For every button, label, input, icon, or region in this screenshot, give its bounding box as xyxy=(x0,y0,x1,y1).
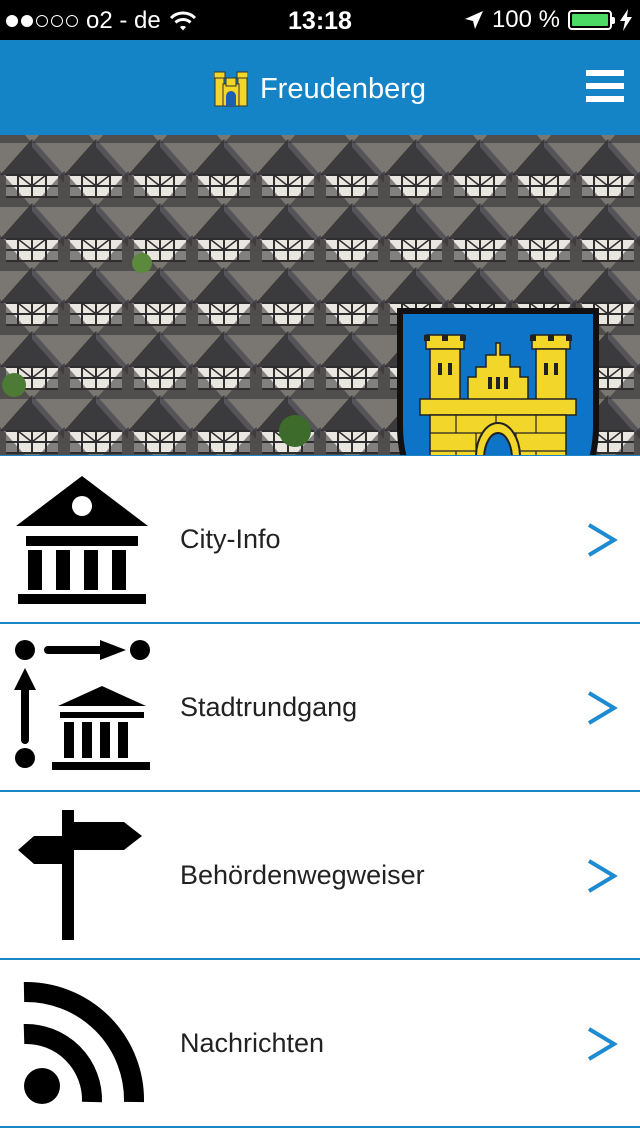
menu-item-label: City-Info xyxy=(180,524,281,554)
battery-percent: 100 % xyxy=(491,6,560,33)
hamburger-menu-button[interactable] xyxy=(586,70,624,102)
charging-bolt-icon xyxy=(620,9,632,31)
menu-item-behoerdenwegweiser[interactable]: Behördenwegweiser xyxy=(0,792,640,960)
status-bar: o2 - de 13:18 100 % xyxy=(0,0,640,40)
hamburger-icon xyxy=(586,70,624,76)
signpost-icon xyxy=(18,810,142,940)
chevron-right-icon xyxy=(587,691,618,725)
battery-icon xyxy=(568,10,615,30)
rss-icon xyxy=(23,981,145,1104)
location-arrow-icon xyxy=(464,11,483,29)
coat-of-arms-icon xyxy=(397,308,599,455)
hero-banner xyxy=(0,135,640,455)
tour-route-icon xyxy=(14,640,150,770)
app-title: Freudenberg xyxy=(259,72,427,105)
museum-icon xyxy=(16,476,148,604)
chevron-right-icon xyxy=(587,859,618,893)
nav-bar: Freudenberg xyxy=(0,40,640,135)
status-right: 100 % xyxy=(464,6,632,34)
menu-item-city-info[interactable]: City-Info xyxy=(0,455,640,624)
menu-item-nachrichten[interactable]: Nachrichten xyxy=(0,960,640,1128)
menu-item-label: Nachrichten xyxy=(180,1028,325,1058)
menu-item-stadtrundgang[interactable]: Stadtrundgang xyxy=(0,624,640,792)
menu-item-label: Stadtrundgang xyxy=(180,692,358,722)
chevron-right-icon xyxy=(587,523,618,557)
chevron-right-icon xyxy=(587,1027,618,1061)
nav-title: Freudenberg xyxy=(0,70,640,108)
castle-icon xyxy=(213,71,248,107)
menu-item-label: Behördenwegweiser xyxy=(180,860,425,890)
main-menu: City-Info Stadtrundgang Behördenwegweise… xyxy=(0,455,640,1128)
